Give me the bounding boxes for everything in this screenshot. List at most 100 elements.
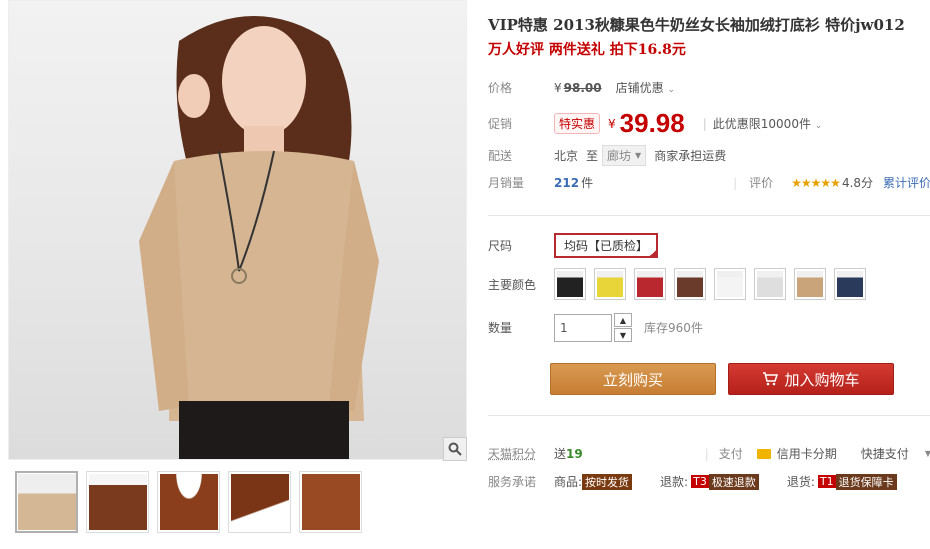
sales-divider: | <box>733 176 737 190</box>
returns-t1-badge: T1 <box>818 475 836 488</box>
chevron-down-icon: ▼ <box>620 331 626 340</box>
color-swatch-black[interactable] <box>554 268 586 300</box>
store-discount-dropdown[interactable]: 店铺优惠 ⌄ <box>616 79 675 96</box>
thumbnail-2[interactable] <box>86 471 149 533</box>
points-send: 送 <box>554 445 566 462</box>
promo-currency: ¥ <box>608 117 616 131</box>
size-label: 尺码 <box>488 237 554 254</box>
product-title: VIP特惠 2013秋糠果色牛奶丝女长袖加绒打底衫 特价jw012 <box>488 14 905 35</box>
size-option-selected[interactable]: 均码【已质检】 <box>554 233 658 258</box>
service-returns-badge: 退货保障卡 <box>836 474 897 490</box>
review-count-link[interactable]: 累计评价5661 <box>883 174 930 191</box>
size-row: 尺码 均码【已质检】 <box>488 233 658 258</box>
color-swatch-image <box>637 271 663 297</box>
shipping-from: 北京 <box>554 147 578 164</box>
thumbnail-4[interactable] <box>228 471 291 533</box>
credit-card-icon <box>757 449 771 459</box>
shipping-row: 配送 北京 至 廊坊 ▼ 商家承担运费 <box>488 145 726 166</box>
decrease-button[interactable]: ▼ <box>614 328 632 342</box>
refund-t3-badge: T3 <box>691 475 709 488</box>
section-divider <box>488 215 930 216</box>
destination-value: 廊坊 <box>607 147 631 164</box>
selected-check-icon <box>648 248 658 258</box>
promo-limit-dropdown[interactable]: 此优惠限10000件 ⌄ <box>713 115 823 132</box>
color-swatch-list <box>554 268 866 300</box>
rating-stars: ★★★★★ <box>791 176 840 190</box>
chevron-down-icon: ⌄ <box>815 121 823 131</box>
product-promo: 万人好评 两件送礼 拍下16.8元 <box>488 39 686 59</box>
thumbnail-3-image <box>160 474 218 530</box>
shipping-note: 商家承担运费 <box>654 147 726 164</box>
color-swatch-image <box>597 271 623 297</box>
points-row: 天猫积分 送 19 | 支付 信用卡分期 快捷支付 ▼ <box>488 445 930 462</box>
color-swatch-image <box>757 271 783 297</box>
color-swatch-image <box>797 271 823 297</box>
service-returns: 退货: <box>787 473 815 490</box>
color-swatch-image <box>677 271 703 297</box>
service-goods: 商品: <box>554 473 582 490</box>
color-row: 主要颜色 <box>488 268 866 300</box>
stock-count: 库存960件 <box>644 319 703 336</box>
rating-score: 4.8分 <box>842 174 873 191</box>
promo-tag: 特实惠 <box>554 113 600 134</box>
color-swatch-image <box>557 271 583 297</box>
zoom-button[interactable] <box>443 437 467 461</box>
shipping-label: 配送 <box>488 147 554 164</box>
thumbnail-5-image <box>302 474 360 530</box>
color-swatch-yellow[interactable] <box>594 268 626 300</box>
promo-price-row: 促销 特实惠 ¥ 39.98 | 此优惠限10000件 ⌄ <box>488 108 822 139</box>
quantity-row: 数量 ▲ ▼ 库存960件 <box>488 313 703 342</box>
buy-now-button[interactable]: 立刻购买 <box>550 363 716 395</box>
color-swatch-navy[interactable] <box>834 268 866 300</box>
divider-bar: | <box>703 117 707 131</box>
promo-label: 促销 <box>488 115 554 132</box>
thumbnail-1-image <box>18 474 76 530</box>
quantity-stepper: ▲ ▼ <box>614 313 632 342</box>
caret-down-icon[interactable]: ▼ <box>925 449 930 458</box>
chevron-up-icon: ▲ <box>620 316 626 325</box>
sales-row: 月销量 212 件 | 评价 ★★★★★ 4.8分 累计评价5661 <box>488 174 930 191</box>
main-product-image[interactable] <box>8 0 467 460</box>
price-label: 价格 <box>488 79 554 96</box>
thumbnail-1[interactable] <box>15 471 78 533</box>
points-value: 19 <box>566 447 583 461</box>
fast-pay: 快捷支付 <box>861 445 909 462</box>
color-swatch-light[interactable] <box>754 268 786 300</box>
color-swatch-image <box>837 271 863 297</box>
magnifier-icon <box>448 442 462 456</box>
add-to-cart-label: 加入购物车 <box>784 369 859 390</box>
shipping-to-word: 至 <box>586 147 598 164</box>
increase-button[interactable]: ▲ <box>614 313 632 327</box>
thumbnail-strip <box>15 471 362 533</box>
quantity-label: 数量 <box>488 319 554 336</box>
service-refund: 退款: <box>660 473 688 490</box>
pay-divider: | <box>705 447 709 461</box>
rating-label: 评价 <box>749 174 773 191</box>
credit-installment: 信用卡分期 <box>777 445 837 462</box>
color-label: 主要颜色 <box>488 276 554 293</box>
color-swatch-red[interactable] <box>634 268 666 300</box>
sales-unit: 件 <box>581 174 593 191</box>
size-option-text: 均码【已质检】 <box>564 239 648 253</box>
thumbnail-3[interactable] <box>157 471 220 533</box>
service-label: 服务承诺 <box>488 473 554 490</box>
thumbnail-5[interactable] <box>299 471 362 533</box>
cart-icon <box>762 372 778 386</box>
chevron-down-icon: ⌄ <box>667 85 675 95</box>
sales-label: 月销量 <box>488 174 554 191</box>
quantity-input[interactable] <box>554 314 612 342</box>
color-swatch-image <box>717 271 743 297</box>
color-swatch-brown[interactable] <box>674 268 706 300</box>
color-swatch-camel[interactable] <box>794 268 826 300</box>
price-row: 价格 ¥ 98.00 店铺优惠 ⌄ <box>488 79 675 96</box>
add-to-cart-button[interactable]: 加入购物车 <box>728 363 894 395</box>
service-refund-badge: 极速退款 <box>709 474 759 490</box>
destination-select[interactable]: 廊坊 ▼ <box>602 145 646 166</box>
thumbnail-2-image <box>89 474 147 530</box>
store-discount-label: 店铺优惠 <box>616 81 664 95</box>
points-label: 天猫积分 <box>488 445 554 462</box>
caret-down-icon: ▼ <box>635 151 641 160</box>
promo-limit-text: 此优惠限10000件 <box>713 117 811 131</box>
promo-price: 39.98 <box>620 108 685 139</box>
color-swatch-white[interactable] <box>714 268 746 300</box>
